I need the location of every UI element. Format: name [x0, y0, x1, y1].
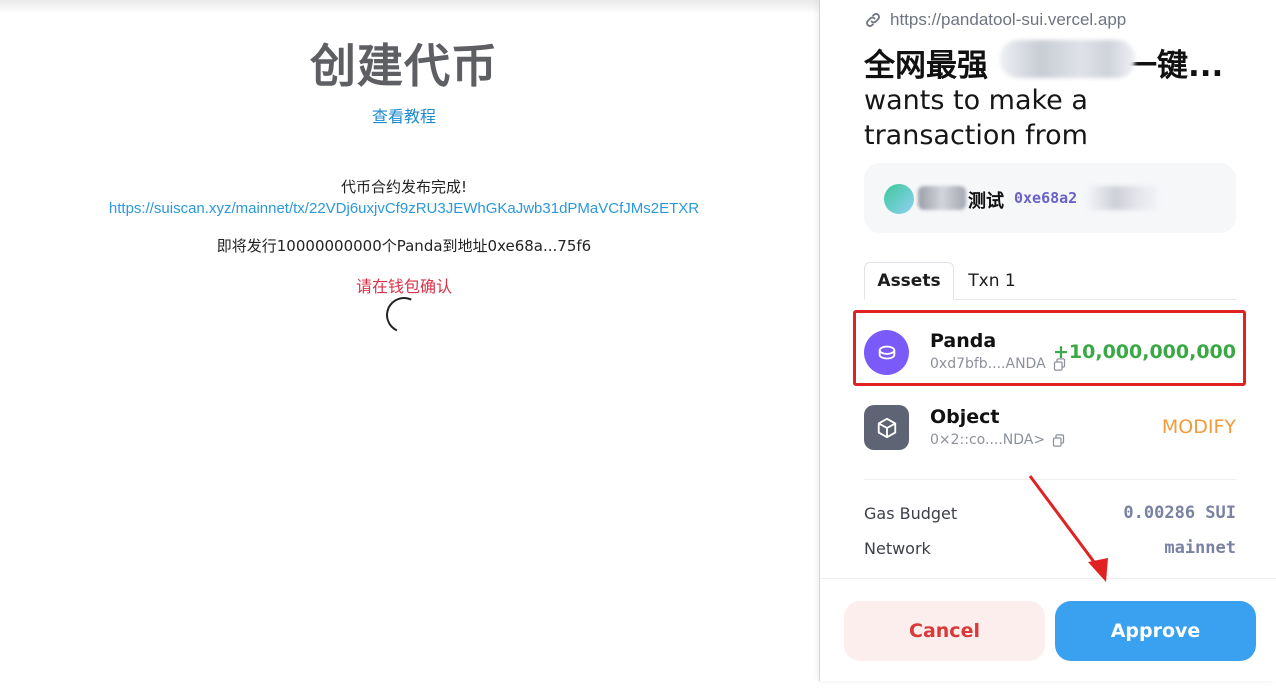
dapp-page: 创建代币 查看教程 代币合约发布完成! https://suiscan.xyz/… — [0, 0, 808, 698]
request-text: wants to make a transaction from — [864, 85, 1088, 151]
origin: https://pandatool-sui.vercel.app — [864, 10, 1126, 30]
cancel-button[interactable]: Cancel — [844, 601, 1045, 661]
tab-bar: Assets Txn 1 — [864, 262, 1236, 300]
publish-status: 代币合约发布完成! — [340, 178, 467, 196]
asset-name: Object — [930, 406, 1000, 428]
account-address: 0xe68a2 — [1014, 189, 1078, 207]
screen: 创建代币 查看教程 代币合约发布完成! https://suiscan.xyz/… — [0, 0, 1276, 698]
tutorial-link[interactable]: 查看教程 — [0, 103, 808, 127]
modify-badge: MODIFY — [1161, 416, 1236, 438]
tab-txn[interactable]: Txn 1 — [960, 262, 1024, 300]
origin-url: https://pandatool-sui.vercel.app — [890, 10, 1127, 29]
redacted-blur — [1000, 40, 1135, 78]
action-footer: Cancel Approve — [820, 578, 1276, 681]
account-card: 测试 0xe68a2 — [864, 163, 1236, 233]
loading-spinner-icon — [380, 291, 428, 339]
page-title: 创建代币 — [310, 39, 498, 93]
gas-label: Gas Budget — [864, 504, 958, 523]
tab-assets[interactable]: Assets — [864, 262, 954, 300]
network-label: Network — [864, 539, 931, 558]
app-name-suffix: 一键... — [1126, 48, 1224, 84]
app-name-prefix: 全网最强 — [864, 48, 988, 84]
tx-link[interactable]: https://suiscan.xyz/mainnet/tx/22VDj6uxj… — [0, 200, 808, 217]
cube-icon — [864, 405, 909, 450]
approve-button[interactable]: Approve — [1055, 601, 1256, 661]
link-icon — [866, 13, 880, 27]
redacted-blur — [918, 186, 966, 210]
network-value: mainnet — [1164, 538, 1236, 558]
asset-row-object: Object 0×2::co....NDA> MODIFY — [864, 392, 1236, 480]
asset-id: 0×2::co....NDA> — [930, 432, 1066, 448]
avatar — [884, 184, 914, 214]
account-name: 测试 — [968, 191, 1004, 212]
red-arrow-icon — [1028, 475, 1108, 582]
asset-id-text: 0×2::co....NDA> — [930, 432, 1046, 448]
gas-value: 0.00286 SUI — [1123, 503, 1236, 523]
wallet-confirm-prompt: 请在钱包确认 — [355, 277, 452, 296]
highlight-box — [853, 310, 1246, 386]
issue-text: 即将发行10000000000个Panda到地址0xe68a...75f6 — [216, 237, 592, 255]
redacted-blur — [1088, 186, 1158, 210]
copy-icon[interactable] — [1051, 433, 1066, 448]
